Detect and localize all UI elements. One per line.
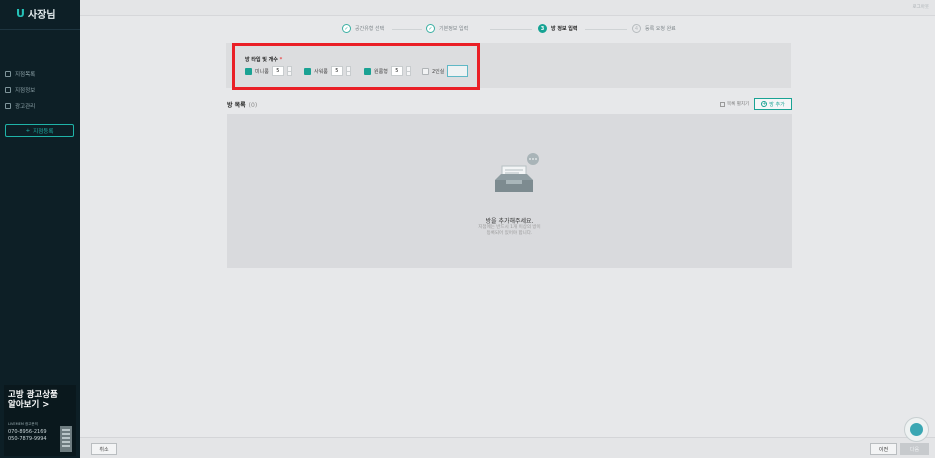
checkbox-icon	[720, 101, 725, 107]
expand-list-label: 목록 펼치기	[727, 102, 750, 107]
step-basic-info: ✓ 기본정보 입력	[426, 24, 468, 33]
sidebar-item-branch-list[interactable]: 지점목록	[5, 69, 35, 79]
room-count: (0)	[248, 102, 258, 109]
plus-circle-icon: +	[761, 101, 768, 107]
step-number-icon: 4	[632, 24, 641, 33]
step-connector	[392, 29, 422, 30]
step-label: 등록 요청 완료	[645, 26, 676, 32]
step-space-type: ✓ 공간유형 선택	[342, 24, 384, 33]
sidebar-item-label: 지점목록	[15, 72, 36, 78]
step-number-icon: 3	[538, 24, 547, 33]
sidebar-item-label: 광고관리	[15, 104, 36, 110]
sidebar-item-label: 지점정보	[15, 88, 36, 94]
info-icon	[5, 87, 11, 93]
step-label: 방 정보 입력	[551, 26, 578, 32]
progress-stepper: ✓ 공간유형 선택 ✓ 기본정보 입력 3 방 정보 입력 4 등록 요청 완료	[0, 0, 935, 33]
plus-icon: +	[25, 127, 31, 134]
promo-phone-1: 070-8956-2169	[8, 429, 47, 435]
building-icon	[60, 426, 72, 452]
expand-list-toggle[interactable]: 목록 펼치기	[720, 101, 749, 107]
empty-state-message: 방을 추가해주세요.	[485, 218, 534, 225]
highlight-box	[232, 43, 480, 90]
chevron-right-icon: >	[42, 400, 50, 410]
sidebar-nav: 지점목록 지점정보 광고관리	[5, 69, 35, 111]
megaphone-icon	[5, 103, 11, 109]
add-branch-button[interactable]: + 지점등록	[5, 124, 74, 137]
room-list-title: 방 목록 (0)	[227, 102, 258, 109]
check-icon: ✓	[426, 24, 435, 33]
check-icon: ✓	[342, 24, 351, 33]
ad-promo-banner[interactable]: 고방 광고상품 알아보기 > LIVEMEM 광고문의 070-8956-216…	[4, 385, 76, 456]
previous-button[interactable]: 이전	[870, 443, 897, 455]
promo-title: 고방 광고상품 알아보기 >	[8, 390, 58, 410]
add-room-label: 방 추가	[769, 101, 785, 108]
step-connector	[490, 29, 532, 30]
sidebar: U 사장님 지점목록 지점정보 광고관리 + 지점등록 고방 광고상품 알아보기…	[0, 0, 80, 458]
step-room-info: 3 방 정보 입력	[538, 24, 577, 33]
promo-subtitle: LIVEMEM 광고문의	[8, 422, 38, 426]
add-room-button[interactable]: + 방 추가	[754, 98, 792, 110]
step-label: 기본정보 입력	[439, 26, 469, 32]
step-connector	[585, 29, 627, 30]
promo-phone-2: 050-7879-9994	[8, 436, 47, 442]
empty-inbox-icon	[495, 153, 539, 192]
step-label: 공간유형 선택	[355, 26, 385, 32]
add-branch-label: 지점등록	[33, 128, 54, 135]
cancel-button[interactable]: 취소	[91, 443, 117, 455]
list-icon	[5, 71, 11, 77]
sidebar-item-branch-info[interactable]: 지점정보	[5, 85, 35, 95]
chat-support-icon[interactable]	[904, 417, 929, 442]
step-complete: 4 등록 요청 완료	[632, 24, 676, 33]
next-button[interactable]: 다음	[900, 443, 929, 455]
empty-state-hint: 지점에는 반드시 1개 이상의 방이 등록되어 있어야 합니다.	[478, 225, 541, 236]
sidebar-item-ad-management[interactable]: 광고관리	[5, 101, 35, 111]
bottom-bar	[80, 437, 935, 458]
